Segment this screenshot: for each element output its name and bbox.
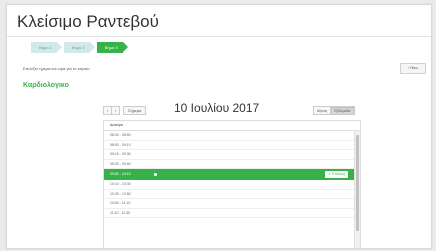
time-slot[interactable]: 08:50 - 09:10	[104, 141, 360, 150]
slot-time: 10:50 - 11:10	[110, 201, 131, 205]
back-button[interactable]: ‹ Πίσω	[400, 63, 426, 74]
step-2[interactable]: Βήμα 2	[63, 42, 95, 53]
page-title: Κλείσιμο Ραντεβού	[17, 12, 159, 31]
time-slot-selected[interactable]: 09:50 - 10:10 ✔ Επιλογή	[104, 169, 360, 180]
selected-dot-icon	[154, 173, 157, 176]
calendar-date-title: 10 Ιουλίου 2017	[174, 101, 260, 115]
slot-time: 08:30 - 08:50	[110, 133, 131, 137]
slot-time: 10:10 - 10:30	[110, 182, 131, 186]
slot-time: 11:10 - 11:30	[110, 210, 131, 215]
calendar-grid: Δευτέρα 08:30 - 08:50 08:50 - 09:10 09:1…	[103, 120, 361, 248]
view-switcher: Μήνας Εβδομάδα	[313, 106, 355, 115]
time-slot[interactable]: 09:30 - 09:50	[104, 160, 360, 169]
title-divider	[7, 36, 431, 37]
today-button[interactable]: Σήμερα	[123, 106, 147, 115]
next-week-button[interactable]: ›	[111, 106, 120, 115]
slot-time: 09:10 - 09:30	[110, 152, 131, 156]
slot-time: 10:30 - 10:50	[110, 191, 131, 196]
calendar-scrollbar[interactable]	[354, 131, 360, 248]
calendar-nav: ‹ › Σήμερα	[103, 106, 147, 115]
slot-time: 09:50 - 10:10	[110, 172, 131, 176]
appointment-page: Κλείσιμο Ραντεβού Βήμα 1 Βήμα 2 Βήμα 3 Ε…	[6, 4, 432, 249]
scrollbar-thumb[interactable]	[356, 135, 359, 231]
day-header: Δευτέρα	[104, 121, 360, 131]
time-slot[interactable]: 10:50 - 11:10	[104, 199, 360, 209]
week-view-button[interactable]: Εβδομάδα	[330, 106, 355, 115]
select-slot-button[interactable]: ✔ Επιλογή	[325, 170, 348, 178]
instruction-text: Επιλέξτε ημέρα και ώρα για το ιατρείο	[23, 66, 90, 71]
slot-time: 08:50 - 09:10	[110, 142, 131, 147]
time-slot[interactable]: 10:30 - 10:50	[104, 190, 360, 199]
time-slot[interactable]: 08:30 - 08:50	[104, 131, 360, 141]
time-slot[interactable]: 11:10 - 11:30	[104, 209, 360, 218]
month-view-button[interactable]: Μήνας	[313, 106, 332, 115]
time-slot[interactable]: 10:10 - 10:30	[104, 180, 360, 190]
time-slot[interactable]: 09:10 - 09:30	[104, 150, 360, 160]
specialty-title: Καρδιολογικο	[23, 82, 69, 89]
wizard-steps: Βήμα 1 Βήμα 2 Βήμα 3	[31, 42, 130, 53]
step-3[interactable]: Βήμα 3	[96, 42, 128, 53]
step-1[interactable]: Βήμα 1	[31, 42, 62, 53]
slot-time: 09:30 - 09:50	[110, 161, 131, 166]
